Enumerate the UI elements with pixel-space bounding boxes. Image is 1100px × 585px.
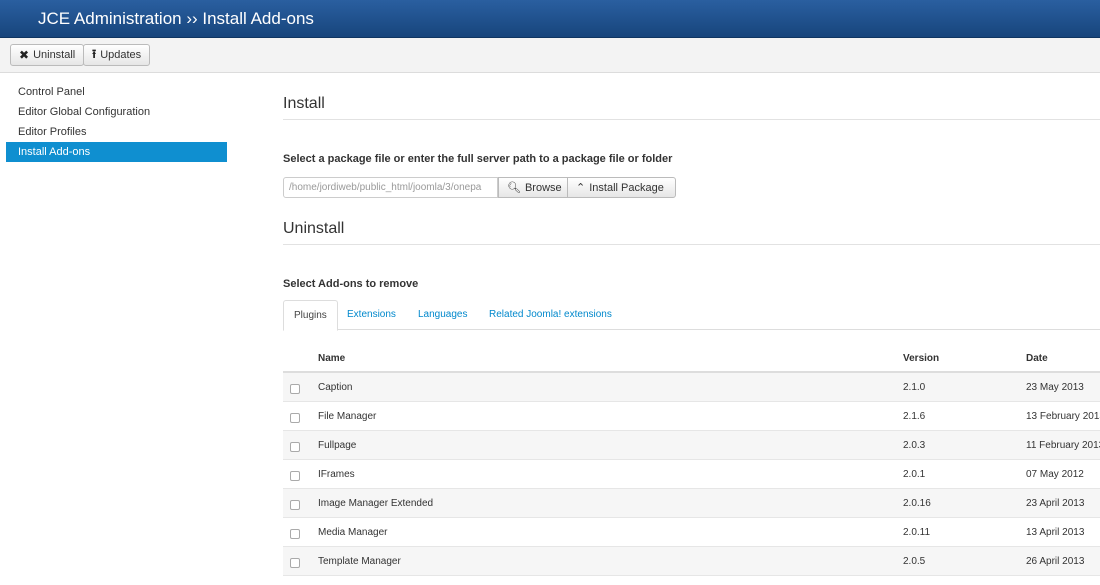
uninstall-button-label: Uninstall [33, 49, 76, 61]
table-row: Media Manager 2.0.11 13 April 2013 [283, 518, 1100, 547]
addon-date: 23 April 2013 [1026, 498, 1085, 509]
addon-date: 23 May 2013 [1026, 382, 1084, 393]
package-path-input[interactable] [283, 177, 498, 198]
row-checkbox[interactable] [290, 529, 300, 539]
page-title: JCE Administration ›› Install Add-ons [38, 9, 314, 28]
sidebar-item-control-panel[interactable]: Control Panel [0, 82, 228, 102]
addon-version: 2.0.5 [903, 556, 926, 567]
install-heading: Install [283, 95, 325, 112]
table-row: Image Manager Extended 2.0.16 23 April 2… [283, 489, 1100, 518]
table-row: Caption 2.1.0 23 May 2013 [283, 373, 1100, 402]
table-row: Template Manager 2.0.5 26 April 2013 [283, 547, 1100, 576]
main-content: Install Select a package file or enter t… [283, 0, 1100, 585]
addon-date: 07 May 2012 [1026, 469, 1084, 480]
addon-name: Template Manager [318, 556, 401, 567]
addon-version: 2.0.16 [903, 498, 931, 509]
chevron-up-icon: ⌃ [576, 182, 586, 194]
addon-date: 13 February 2013 [1026, 411, 1100, 422]
install-prompt: Select a package file or enter the full … [283, 153, 673, 165]
sidebar-item-editor-global-configuration[interactable]: Editor Global Configuration [0, 102, 228, 122]
addon-name: IFrames [318, 469, 355, 480]
addon-name: File Manager [318, 411, 377, 422]
sidebar-item-install-add-ons[interactable]: Install Add-ons [6, 142, 227, 162]
row-checkbox[interactable] [290, 384, 300, 394]
addon-name: Image Manager Extended [318, 498, 434, 509]
table-row: Fullpage 2.0.3 11 February 2013 [283, 431, 1100, 460]
row-checkbox[interactable] [290, 558, 300, 568]
row-checkbox[interactable] [290, 413, 300, 423]
upload-icon: ⭱ [92, 46, 97, 61]
addon-tabs: Plugins Extensions Languages Related Joo… [283, 300, 1100, 331]
updates-button-label: Updates [100, 49, 142, 61]
column-header-version: Version [903, 353, 940, 364]
uninstall-button[interactable]: ✖ Uninstall [10, 44, 85, 66]
divider [283, 244, 1100, 245]
tab-plugins[interactable]: Plugins [283, 300, 338, 331]
close-icon: ✖ [19, 48, 30, 62]
browse-button-label: Browse [524, 181, 562, 194]
addon-version: 2.0.1 [903, 469, 926, 480]
tab-languages[interactable]: Languages [408, 300, 478, 330]
column-header-date: Date [1026, 353, 1048, 364]
sidebar: Control Panel Editor Global Configuratio… [0, 82, 228, 162]
addon-version: 2.0.3 [903, 440, 926, 451]
table-row: File Manager 2.1.6 13 February 2013 [283, 402, 1100, 431]
updates-button[interactable]: ⭱ Updates [83, 44, 151, 66]
search-icon: 🔍︎ [507, 182, 521, 194]
divider [283, 119, 1100, 120]
tab-extensions[interactable]: Extensions [337, 300, 406, 330]
uninstall-heading: Uninstall [283, 220, 345, 237]
addon-name: Caption [318, 382, 353, 393]
row-checkbox[interactable] [290, 500, 300, 510]
row-checkbox[interactable] [290, 471, 300, 481]
addon-version: 2.1.0 [903, 382, 926, 393]
addon-version: 2.0.11 [903, 527, 931, 538]
browse-button[interactable]: 🔍︎ Browse [498, 177, 568, 198]
sidebar-item-editor-profiles[interactable]: Editor Profiles [0, 122, 228, 142]
column-header-name: Name [318, 353, 346, 364]
tab-related-joomla-extensions[interactable]: Related Joomla! extensions [479, 300, 622, 330]
addon-name: Fullpage [318, 440, 357, 451]
install-package-button[interactable]: ⌃ Install Package [567, 177, 676, 198]
addon-date: 11 February 2013 [1026, 440, 1100, 451]
install-package-button-label: Install Package [589, 181, 664, 194]
table-header: Name Version Date [283, 344, 1100, 373]
table-row: IFrames 2.0.1 07 May 2012 [283, 460, 1100, 489]
uninstall-prompt: Select Add-ons to remove [283, 278, 419, 290]
addon-date: 13 April 2013 [1026, 527, 1085, 538]
addon-name: Media Manager [318, 527, 388, 538]
addon-date: 26 April 2013 [1026, 556, 1085, 567]
addon-version: 2.1.6 [903, 411, 926, 422]
row-checkbox[interactable] [290, 442, 300, 452]
